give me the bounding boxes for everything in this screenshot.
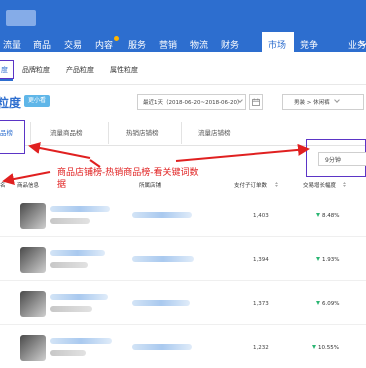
tab-traffic-shops[interactable]: 流量店铺榜	[198, 127, 231, 137]
product-meta-blurred	[50, 262, 88, 268]
product-title-blurred	[50, 338, 112, 344]
table-row[interactable]: 1,403 8.48%	[0, 196, 366, 237]
subtab-attribute[interactable]: 属性粒度	[110, 65, 138, 75]
table-row[interactable]: 1,373 6.09%	[0, 284, 366, 325]
nav-item-trade[interactable]: 交易	[64, 38, 82, 51]
nav-item-traffic[interactable]: 流量	[3, 38, 21, 51]
down-arrow-icon	[316, 301, 320, 305]
nav-item-service[interactable]: 服务	[128, 38, 146, 51]
column-header-growth[interactable]: 交易增长幅度	[303, 181, 336, 189]
section-badge[interactable]: 更小看	[24, 95, 51, 107]
tab-hot-shops[interactable]: 热销店铺榜	[126, 127, 159, 137]
arrow-stem	[89, 159, 101, 168]
sort-icon[interactable]	[275, 182, 278, 187]
sort-icon[interactable]	[343, 182, 346, 187]
range-select-value: 9分钟	[325, 157, 341, 164]
divider	[0, 84, 366, 85]
product-title-blurred	[50, 206, 110, 212]
subtab-brand[interactable]: 品牌粒度	[22, 65, 50, 75]
top-nav-bar: 流量 商品 交易 内容 服务 营销 物流 财务 市场 竞争 业务	[0, 0, 366, 52]
nav-item-market[interactable]: 市场	[262, 32, 294, 52]
paid-orders-value: 1,394	[253, 257, 269, 263]
category-select-value: 男装 > 休闲裤	[294, 100, 330, 106]
subtab-product[interactable]: 产品粒度	[66, 65, 94, 75]
section-title: 粒度	[0, 96, 22, 110]
paid-orders-value: 1,373	[253, 301, 269, 307]
calendar-icon	[252, 98, 260, 106]
category-select[interactable]: 男装 > 休闲裤	[282, 94, 364, 110]
product-meta-blurred	[50, 218, 90, 224]
calendar-button[interactable]	[249, 94, 263, 110]
shop-name-blurred	[132, 256, 194, 262]
annotation-text: 商品店铺榜-热销商品榜-看关键词数据	[57, 168, 199, 190]
product-thumbnail[interactable]	[20, 291, 46, 317]
product-meta-blurred	[50, 350, 86, 356]
nav-item-marketing[interactable]: 营销	[159, 38, 177, 51]
subtab-active[interactable]: 度	[1, 65, 8, 75]
column-header-shop: 所属店铺	[139, 183, 162, 189]
date-range-picker[interactable]: 最近1天（2018-06-20~2018-06-20）	[137, 94, 246, 110]
nav-item-market-label: 市场	[268, 41, 287, 51]
product-title-blurred	[50, 250, 105, 256]
product-meta-blurred	[50, 306, 92, 312]
product-thumbnail[interactable]	[20, 203, 46, 229]
table-row[interactable]: 1,394 1.93%	[0, 240, 366, 281]
product-thumbnail[interactable]	[20, 335, 46, 361]
granularity-tabs: 度 品牌粒度 产品粒度 属性粒度	[0, 60, 366, 80]
column-header-product: 商品信息	[17, 183, 40, 189]
shop-name-blurred	[132, 300, 190, 306]
date-range-value: 最近1天（2018-06-20~2018-06-20）	[143, 100, 243, 106]
shop-name-blurred	[132, 344, 192, 350]
column-header-paid-orders[interactable]: 支付子订单数	[234, 181, 267, 189]
growth-value: 6.09%	[316, 301, 339, 307]
table-row[interactable]: 1,232 10.55%	[0, 328, 366, 368]
tab-separator	[181, 122, 182, 144]
brand-logo[interactable]	[6, 10, 36, 26]
tab-traffic-products[interactable]: 流量商品榜	[50, 127, 83, 137]
down-arrow-icon	[316, 213, 320, 217]
nav-item-content[interactable]: 内容	[95, 36, 120, 51]
paid-orders-value: 1,232	[253, 345, 269, 351]
arrow-to-side	[2, 171, 51, 185]
annotation-box-tab	[0, 120, 25, 154]
table-side-label: 名	[0, 183, 6, 189]
growth-value: 8.48%	[316, 213, 339, 219]
growth-value: 10.55%	[312, 345, 339, 351]
tab-separator	[108, 122, 109, 144]
nav-item-product[interactable]: 商品	[33, 38, 51, 51]
product-title-blurred	[50, 294, 108, 300]
shop-name-blurred	[132, 212, 192, 218]
nav-item-finance[interactable]: 财务	[221, 38, 239, 51]
down-arrow-icon	[312, 345, 316, 349]
down-arrow-icon	[316, 257, 320, 261]
chevron-down-icon	[334, 97, 340, 103]
tab-separator	[30, 122, 31, 144]
nav-item-competition[interactable]: 竞争	[300, 38, 318, 51]
tab-hot-products[interactable]: 品榜	[0, 127, 13, 137]
arrow-to-range	[175, 143, 310, 162]
growth-value: 1.93%	[316, 257, 339, 263]
product-thumbnail[interactable]	[20, 247, 46, 273]
nav-item-logistics[interactable]: 物流	[190, 38, 208, 51]
paid-orders-value: 1,403	[253, 213, 269, 219]
arrow-to-tab	[28, 142, 91, 159]
range-select[interactable]: 9分钟	[318, 152, 366, 166]
